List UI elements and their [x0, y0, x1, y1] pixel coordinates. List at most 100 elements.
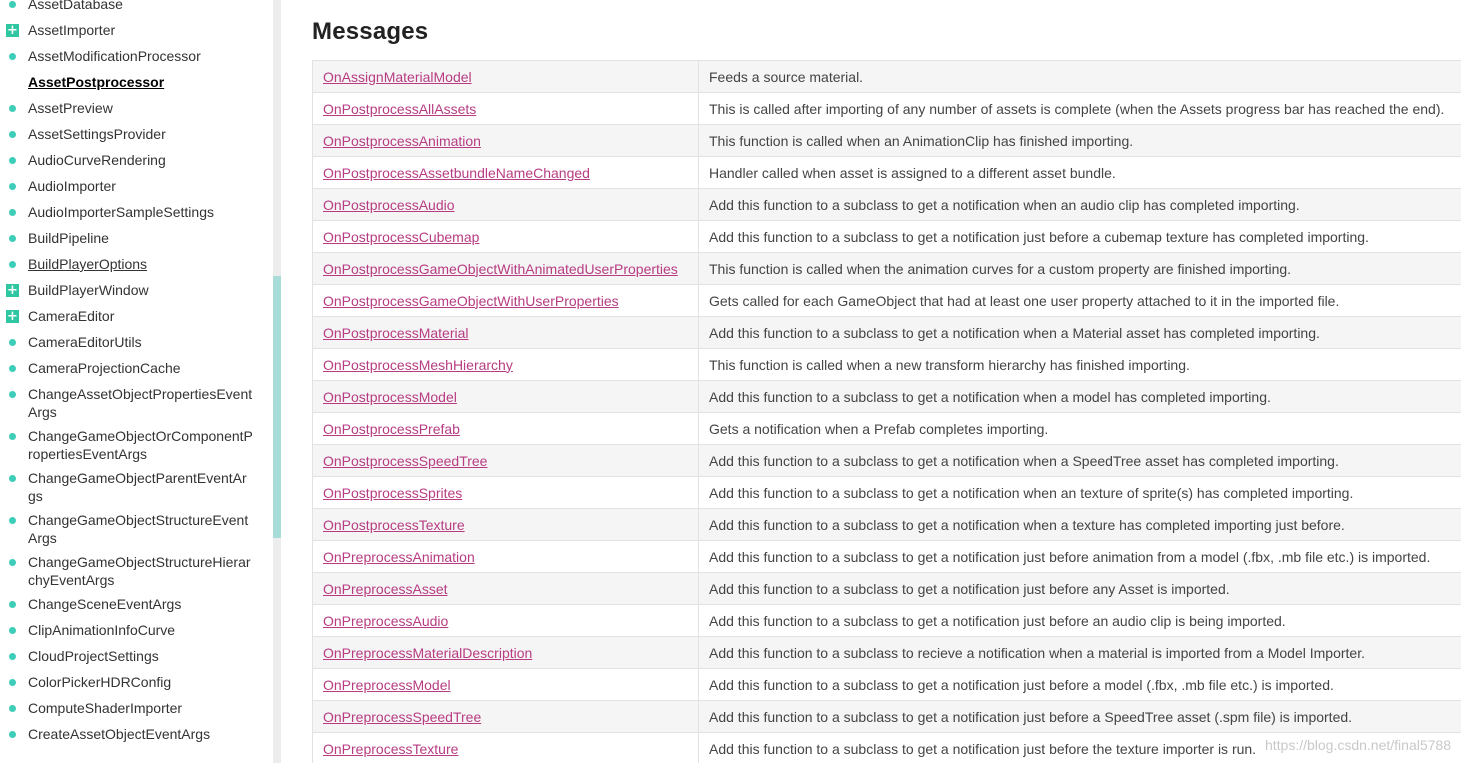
sidebar-item[interactable]: ChangeGameObjectStructureHierarchyEventA… — [0, 550, 262, 592]
sidebar-item[interactable]: CreateAssetObjectEventArgs — [0, 722, 273, 748]
sidebar-item[interactable]: + CameraEditor — [0, 304, 273, 330]
sidebar-item-label: AssetDatabase — [28, 0, 123, 12]
message-description: Gets called for each GameObject that had… — [698, 284, 1461, 317]
message-link[interactable]: OnPostprocessAssetbundleNameChanged — [323, 165, 590, 181]
sidebar-item[interactable]: CameraEditorUtils — [0, 330, 273, 356]
bullet-icon — [9, 1, 16, 8]
sidebar-item[interactable]: AssetPostprocessor — [0, 70, 273, 96]
sidebar-item[interactable]: BuildPlayerOptions — [0, 252, 273, 278]
table-row: OnPostprocessGameObjectWithUserPropertie… — [312, 284, 1461, 317]
message-name-cell: OnPreprocessTexture — [312, 732, 699, 763]
sidebar-item[interactable]: ComputeShaderImporter — [0, 696, 273, 722]
message-link[interactable]: OnPostprocessPrefab — [323, 421, 460, 437]
sidebar-item-label: ChangeGameObjectOrComponentPropertiesEve… — [28, 428, 253, 462]
message-link[interactable]: OnPreprocessSpeedTree — [323, 709, 481, 725]
table-row: OnPostprocessAssetbundleNameChanged Handl… — [312, 156, 1461, 189]
message-link[interactable]: OnAssignMaterialModel — [323, 69, 472, 85]
watermark: https://blog.csdn.net/final5788 — [1264, 737, 1451, 753]
table-row: OnAssignMaterialModel Feeds a source mate… — [312, 60, 1461, 93]
sidebar-item[interactable]: AudioImporter — [0, 174, 273, 200]
table-row: OnPostprocessAudio Add this function to a… — [312, 188, 1461, 221]
sidebar-item[interactable]: + AssetImporter — [0, 18, 273, 44]
sidebar-item[interactable]: AssetPreview — [0, 96, 273, 122]
message-link[interactable]: OnPostprocessMeshHierarchy — [323, 357, 513, 373]
sidebar-scrollbar-thumb[interactable] — [273, 276, 281, 538]
sidebar-item[interactable]: CloudProjectSettings — [0, 644, 273, 670]
message-link[interactable]: OnPreprocessAudio — [323, 613, 448, 629]
sidebar-item[interactable]: ChangeGameObjectOrComponentPropertiesEve… — [0, 424, 262, 466]
sidebar-item-label: ClipAnimationInfoCurve — [28, 622, 176, 638]
message-description: This is called after importing of any nu… — [698, 92, 1461, 125]
table-row: OnPostprocessAllAssets This is called aft… — [312, 92, 1461, 125]
message-name-cell: OnPreprocessMaterialDescription — [312, 636, 699, 669]
message-link[interactable]: OnPostprocessSprites — [323, 485, 462, 501]
message-link[interactable]: OnPreprocessAsset — [323, 581, 448, 597]
sidebar-item-label: AssetImporter — [28, 22, 116, 38]
message-description: Add this function to a subclass to get a… — [698, 668, 1461, 701]
sidebar-item-label: BuildPlayerOptions — [28, 256, 148, 272]
message-name-cell: OnAssignMaterialModel — [312, 60, 699, 93]
message-link[interactable]: OnPostprocessSpeedTree — [323, 453, 487, 469]
sidebar-item[interactable]: CameraProjectionCache — [0, 356, 273, 382]
bullet-icon — [9, 339, 16, 346]
message-description: Add this function to a subclass to get a… — [698, 476, 1461, 509]
message-link[interactable]: OnPostprocessTexture — [323, 517, 465, 533]
sidebar-item-label: AudioImporterSampleSettings — [28, 204, 214, 220]
sidebar-item-label: BuildPipeline — [28, 230, 109, 246]
bullet-icon — [9, 601, 16, 608]
sidebar-item-label: AssetPreview — [28, 100, 113, 116]
message-link[interactable]: OnPostprocessGameObjectWithAnimatedUserP… — [323, 261, 678, 277]
message-name-cell: OnPreprocessAsset — [312, 572, 699, 605]
message-link[interactable]: OnPreprocessMaterialDescription — [323, 645, 532, 661]
bullet-icon — [9, 183, 16, 190]
message-name-cell: OnPreprocessAudio — [312, 604, 699, 637]
table-row: OnPostprocessMeshHierarchy This function … — [312, 348, 1461, 381]
main-content: Messages OnAssignMaterialModel Feeds a so… — [281, 0, 1461, 763]
sidebar-item[interactable]: AssetDatabase — [0, 0, 273, 18]
sidebar-item-label: AudioImporter — [28, 178, 116, 194]
message-name-cell: OnPreprocessAnimation — [312, 540, 699, 573]
message-description: Add this function to a subclass to get a… — [698, 540, 1461, 573]
message-link[interactable]: OnPostprocessGameObjectWithUserPropertie… — [323, 293, 619, 309]
sidebar-item[interactable]: AssetSettingsProvider — [0, 122, 273, 148]
sidebar-item[interactable]: ChangeAssetObjectPropertiesEventArgs — [0, 382, 262, 424]
messages-table: OnAssignMaterialModel Feeds a source mate… — [312, 60, 1461, 763]
sidebar-item[interactable]: ChangeGameObjectParentEventArgs — [0, 466, 262, 508]
sidebar-item-label: AssetModificationProcessor — [28, 48, 201, 64]
message-link[interactable]: OnPostprocessAllAssets — [323, 101, 476, 117]
sidebar-item[interactable]: AudioCurveRendering — [0, 148, 273, 174]
message-link[interactable]: OnPreprocessAnimation — [323, 549, 475, 565]
sidebar-item[interactable]: ChangeSceneEventArgs — [0, 592, 273, 618]
bullet-icon — [9, 235, 16, 242]
sidebar-item[interactable]: + BuildPlayerWindow — [0, 278, 273, 304]
sidebar-item[interactable]: AssetModificationProcessor — [0, 44, 273, 70]
bullet-icon — [9, 559, 16, 566]
message-link[interactable]: OnPostprocessAnimation — [323, 133, 481, 149]
message-link[interactable]: OnPostprocessMaterial — [323, 325, 469, 341]
sidebar-scrollbar[interactable] — [273, 0, 281, 763]
sidebar-item[interactable]: AudioImporterSampleSettings — [0, 200, 273, 226]
message-link[interactable]: OnPreprocessTexture — [323, 741, 458, 757]
bullet-icon — [9, 131, 16, 138]
sidebar-item[interactable]: ColorPickerHDRConfig — [0, 670, 273, 696]
message-link[interactable]: OnPostprocessAudio — [323, 197, 455, 213]
expand-plus-icon[interactable]: + — [6, 24, 19, 37]
table-row: OnPreprocessAudio Add this function to a … — [312, 604, 1461, 637]
bullet-icon — [9, 105, 16, 112]
message-link[interactable]: OnPostprocessCubemap — [323, 229, 479, 245]
sidebar-item[interactable]: ClipAnimationInfoCurve — [0, 618, 273, 644]
bullet-icon — [9, 705, 16, 712]
sidebar-item[interactable]: BuildPipeline — [0, 226, 273, 252]
sidebar-list: AssetDatabase + AssetImporter AssetModifica… — [0, 0, 273, 748]
sidebar-item-label: ComputeShaderImporter — [28, 700, 183, 716]
table-row: OnPostprocessAnimation This function is c… — [312, 124, 1461, 157]
section-title: Messages — [312, 18, 429, 45]
message-name-cell: OnPostprocessTexture — [312, 508, 699, 541]
expand-plus-icon[interactable]: + — [6, 284, 19, 297]
message-link[interactable]: OnPostprocessModel — [323, 389, 457, 405]
expand-plus-icon[interactable]: + — [6, 310, 19, 323]
message-name-cell: OnPostprocessGameObjectWithUserPropertie… — [312, 284, 699, 317]
message-link[interactable]: OnPreprocessModel — [323, 677, 451, 693]
bullet-icon — [9, 157, 16, 164]
sidebar-item[interactable]: ChangeGameObjectStructureEventArgs — [0, 508, 262, 550]
